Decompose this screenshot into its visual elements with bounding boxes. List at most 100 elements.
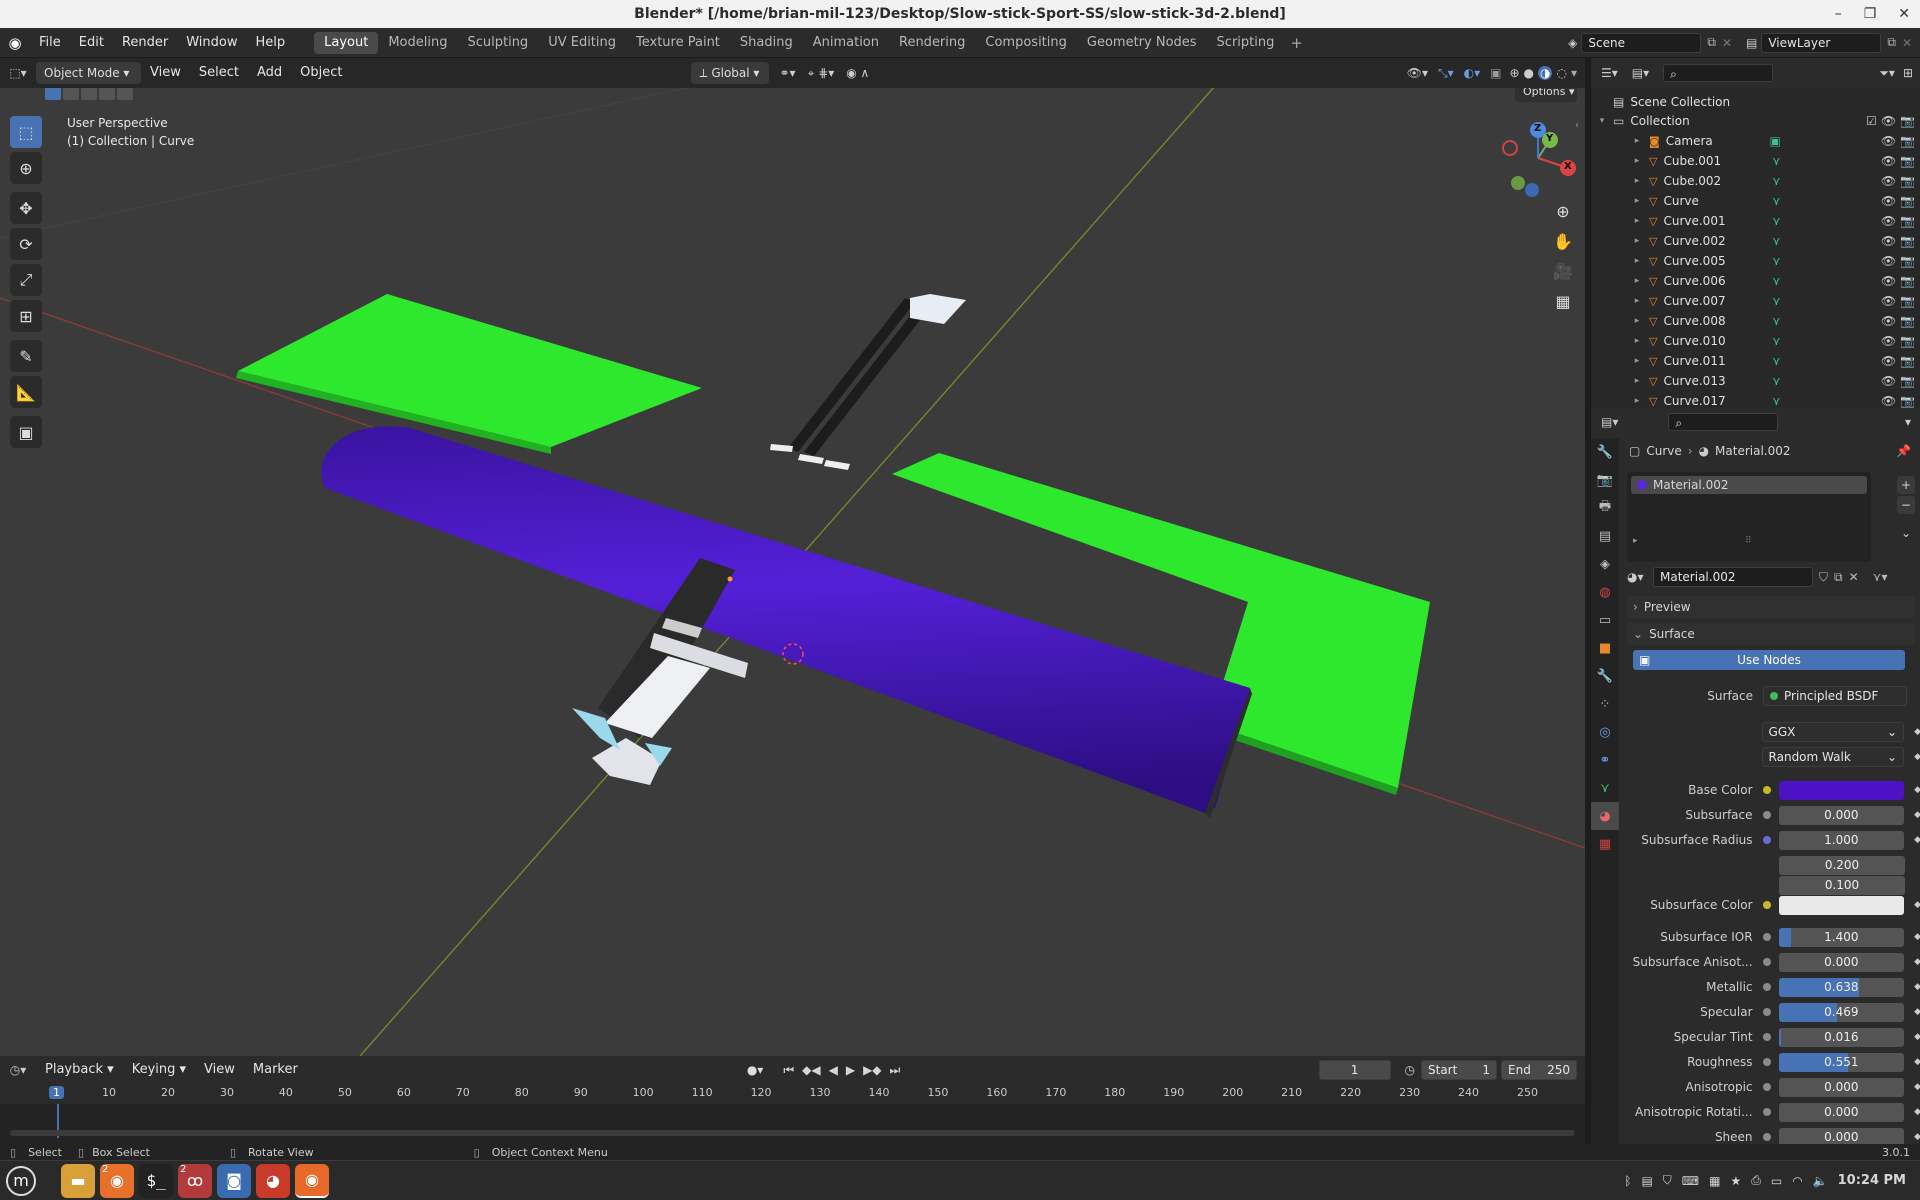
annotate-tool[interactable]: ✎ xyxy=(10,340,42,372)
keyframe-dot-icon[interactable]: ◆ xyxy=(1914,1032,1920,1042)
rendered-shading-icon[interactable]: ◌ xyxy=(1556,66,1566,80)
remove-scene-icon[interactable]: ✕ xyxy=(1722,36,1732,50)
tab-modeling[interactable]: Modeling xyxy=(378,32,457,54)
filter-icon[interactable]: ⏷▾ xyxy=(1879,66,1895,81)
socket-dot-icon[interactable] xyxy=(1762,1058,1771,1066)
play-reverse-icon[interactable]: ◀ xyxy=(829,1063,838,1077)
preview-range-icon[interactable]: ◷ xyxy=(1405,1063,1415,1077)
outliner-row-curve-013[interactable]: ▸ ▽ Curve.013 ⋎ 👁 📷 xyxy=(1591,371,1920,391)
slot-resize-handle[interactable]: ⠿ xyxy=(1745,536,1752,546)
value-slider[interactable]: 0.469 xyxy=(1778,1002,1905,1022)
new-scene-icon[interactable]: ⧉ xyxy=(1707,35,1716,50)
wireframe-shading-icon[interactable]: ⊕ xyxy=(1509,66,1519,80)
keyframe-dot-icon[interactable]: ◆ xyxy=(1914,1082,1920,1092)
pin-icon[interactable]: 📌 xyxy=(1896,444,1911,458)
keyframe-dot-icon[interactable]: ◆ xyxy=(1914,957,1920,967)
value-slider[interactable]: 0.000 xyxy=(1778,805,1905,825)
value-slider[interactable]: 0.000 xyxy=(1778,1102,1905,1122)
eye-icon[interactable]: 👁 xyxy=(1881,334,1896,348)
expand-arrow-icon[interactable]: ▸ xyxy=(1631,176,1643,186)
tab-geometry-nodes[interactable]: Geometry Nodes xyxy=(1077,32,1207,54)
add-workspace-icon[interactable]: + xyxy=(1290,34,1303,52)
mesh-data-icon[interactable]: ⋎ xyxy=(1772,194,1781,208)
editor-type-icon[interactable]: ⬚▾ xyxy=(0,66,36,80)
star-icon[interactable]: ★ xyxy=(1730,1174,1741,1188)
mode-dropdown[interactable]: Object Mode ▾ xyxy=(36,62,141,84)
tab-scripting[interactable]: Scripting xyxy=(1207,32,1285,54)
add-slot-button[interactable]: + xyxy=(1897,476,1915,494)
keyframe-dot-icon[interactable]: ◆ xyxy=(1914,785,1920,795)
snap-icon[interactable]: ⌖ ⋕▾ xyxy=(808,66,835,81)
expand-arrow-icon[interactable]: ▸ xyxy=(1631,376,1643,386)
value-slider[interactable]: 0.551 xyxy=(1778,1052,1905,1072)
printer-icon[interactable]: ⎙ xyxy=(1751,1173,1761,1188)
timeline-scrollbar[interactable] xyxy=(10,1130,1575,1136)
outliner-row-cube-001[interactable]: ▸ ▽ Cube.001 ⋎ 👁 📷 xyxy=(1591,151,1920,171)
expand-arrow-icon[interactable]: ▸ xyxy=(1631,196,1643,206)
camera-data-icon[interactable]: ▣ xyxy=(1769,134,1780,148)
socket-dot-icon[interactable] xyxy=(1762,958,1771,966)
tab-uv-editing[interactable]: UV Editing xyxy=(538,32,626,54)
expand-arrow-icon[interactable]: ▸ xyxy=(1631,136,1643,146)
material-name-field[interactable]: Material.002 xyxy=(1653,567,1813,587)
eye-icon[interactable]: 👁 xyxy=(1881,234,1896,248)
mesh-data-icon[interactable]: ⋎ xyxy=(1772,374,1781,388)
proportional-edit-icon[interactable]: ◉ ∧ xyxy=(846,66,869,80)
socket-dot-icon[interactable] xyxy=(1762,1108,1771,1116)
menu-help[interactable]: Help xyxy=(247,28,295,58)
mesh-data-icon[interactable]: ⋎ xyxy=(1772,154,1781,168)
tab-layout[interactable]: Layout xyxy=(314,31,379,54)
socket-dot-icon[interactable] xyxy=(1762,1033,1771,1041)
mesh-data-icon[interactable]: ⋎ xyxy=(1772,314,1781,328)
wifi-icon[interactable]: ◠ xyxy=(1792,1174,1802,1188)
socket-dot-icon[interactable] xyxy=(1762,1008,1771,1016)
close-icon[interactable]: ✕ xyxy=(1898,0,1910,28)
select-extend-icon[interactable] xyxy=(63,88,79,100)
expand-arrow-icon[interactable]: ▸ xyxy=(1631,356,1643,366)
menu-select[interactable]: Select xyxy=(190,58,248,88)
rotate-tool[interactable]: ⟳ xyxy=(10,228,42,260)
browse-material-icon[interactable]: ◕▾ xyxy=(1627,570,1649,584)
physics-tab-icon[interactable]: ◎ xyxy=(1591,718,1619,746)
pan-hand-icon[interactable]: ✋ xyxy=(1548,226,1578,256)
mesh-data-icon[interactable]: ⋎ xyxy=(1772,274,1781,288)
modifier-tab-icon[interactable]: 🔧 xyxy=(1591,662,1619,690)
slot-specials-icon[interactable]: ⌄ xyxy=(1897,524,1915,542)
collection-tab-icon[interactable]: ▭ xyxy=(1591,606,1619,634)
remove-slot-button[interactable]: − xyxy=(1897,496,1915,514)
mesh-data-icon[interactable]: ⋎ xyxy=(1772,354,1781,368)
outliner-row-curve[interactable]: ▸ ▽ Curve ⋎ 👁 📷 xyxy=(1591,191,1920,211)
start-frame-field[interactable]: Start 1 xyxy=(1421,1060,1497,1080)
keyframe-dot-icon[interactable]: ◆ xyxy=(1914,1107,1920,1117)
eye-icon[interactable]: 👁 xyxy=(1881,314,1896,328)
outliner-row-curve-006[interactable]: ▸ ▽ Curve.006 ⋎ 👁 📷 xyxy=(1591,271,1920,291)
socket-dot-icon[interactable] xyxy=(1762,983,1771,991)
camera-render-icon[interactable]: 📷 xyxy=(1900,374,1915,388)
end-frame-field[interactable]: End 250 xyxy=(1501,1060,1577,1080)
shield-icon[interactable]: ⛉ xyxy=(1663,1173,1672,1188)
menu-object[interactable]: Object xyxy=(291,58,351,88)
viewlayer-icon[interactable]: ▤ xyxy=(1746,36,1757,50)
scene-tab-icon[interactable]: ◈ xyxy=(1591,550,1619,578)
sidebar-toggle-icon[interactable]: ‹ xyxy=(1575,120,1579,131)
expand-arrow-icon[interactable]: ▸ xyxy=(1631,236,1643,246)
expand-arrow-icon[interactable]: ▸ xyxy=(1631,256,1643,266)
eye-icon[interactable]: 👁 xyxy=(1881,214,1896,228)
pivot-icon[interactable]: ⚭▾ xyxy=(779,66,795,80)
mesh-data-icon[interactable]: ⋎ xyxy=(1772,214,1781,228)
outliner-row-scene-collection[interactable]: ▤ Scene Collection xyxy=(1591,92,1920,112)
eye-icon[interactable]: 👁 xyxy=(1881,354,1896,368)
tool-tab-icon[interactable]: 🔧 xyxy=(1591,438,1619,466)
value-slider[interactable]: 1.000 xyxy=(1778,830,1905,850)
timeline-editor-icon[interactable]: ◷▾ xyxy=(0,1063,36,1077)
add-cube-tool[interactable]: ▣ xyxy=(10,416,42,448)
keyframe-dot-icon[interactable]: ◆ xyxy=(1914,835,1920,845)
eye-icon[interactable]: 👁 xyxy=(1881,394,1896,408)
keyframe-dot-icon[interactable]: ◆ xyxy=(1914,982,1920,992)
data-tab-icon[interactable]: ⋎ xyxy=(1591,774,1619,802)
output-tab-icon[interactable]: 🖶 xyxy=(1591,494,1619,522)
tab-texture-paint[interactable]: Texture Paint xyxy=(626,32,730,54)
node-tree-icon[interactable]: ⋎▾ xyxy=(1873,570,1888,584)
constraints-tab-icon[interactable]: ⚭ xyxy=(1591,746,1619,774)
menu-keying[interactable]: Keying ▾ xyxy=(123,1055,195,1085)
